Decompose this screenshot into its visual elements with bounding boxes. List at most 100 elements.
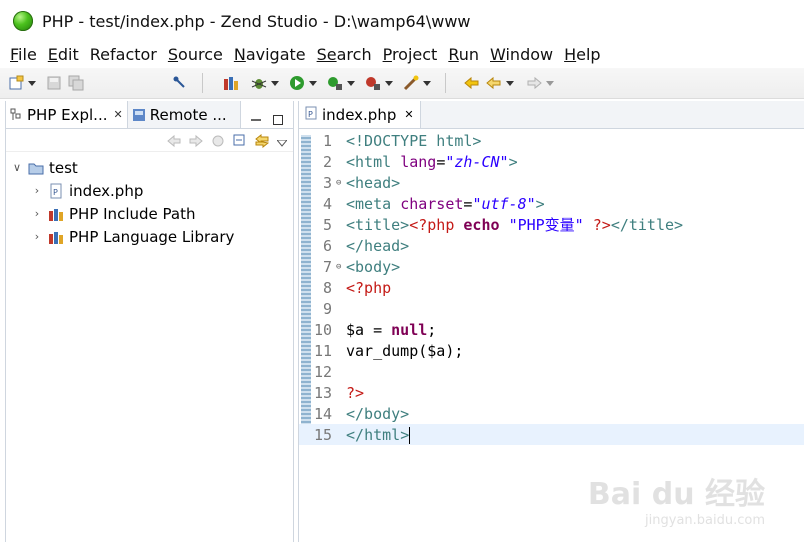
profile-icon[interactable] [365, 75, 381, 91]
line-number: 1 [322, 131, 332, 150]
line-number: 4 [322, 194, 332, 213]
code-line: 4 <meta charset="utf-8"> [299, 193, 804, 214]
code-token: > [400, 425, 410, 444]
menu-window[interactable]: Window [490, 45, 553, 64]
view-menu-icon[interactable] [275, 133, 289, 147]
close-icon[interactable]: ✕ [114, 108, 123, 121]
run-dropdown-icon[interactable] [309, 80, 317, 86]
maximize-icon[interactable] [273, 110, 283, 125]
close-icon[interactable]: ✕ [404, 108, 413, 121]
code-line: 9 [299, 298, 804, 319]
back-dropdown-icon[interactable] [506, 80, 514, 86]
toolbar-separator [445, 73, 446, 93]
forward-arrow-icon[interactable] [526, 75, 542, 91]
code-line-current: 15 </html> [299, 424, 804, 445]
line-number: 8 [322, 278, 332, 297]
code-token: null [391, 320, 428, 339]
code-line: 12 [299, 361, 804, 382]
line-number: 3 [322, 173, 332, 192]
code-token: charset [400, 194, 464, 213]
code-line: 6 </head> [299, 235, 804, 256]
new-dropdown-icon[interactable] [28, 80, 36, 86]
code-token: var_dump($a); [346, 341, 464, 360]
code-token: <head> [346, 173, 401, 192]
line-number: 5 [322, 215, 332, 234]
svg-text:P: P [53, 188, 58, 197]
save-icon[interactable] [46, 75, 62, 91]
up-icon[interactable] [211, 133, 225, 147]
fold-marker[interactable]: ⊖ [336, 262, 344, 272]
tab-remote[interactable]: Remote ... [127, 101, 241, 128]
fold-marker[interactable]: ⊖ [336, 178, 344, 188]
tree-item-index-php[interactable]: › P index.php [6, 179, 293, 202]
collapsed-chevron-icon[interactable]: › [30, 184, 44, 197]
code-token: </title> [610, 216, 684, 234]
zend-studio-icon [13, 11, 33, 31]
back-arrow-icon[interactable] [486, 75, 502, 91]
new-icon[interactable] [8, 75, 24, 91]
code-editor: P index.php ✕ 1 <!DOCTYPE html> 2 <html la… [298, 101, 804, 542]
last-edit-icon[interactable] [464, 75, 480, 91]
tree-item-label: index.php [69, 181, 144, 200]
remote-systems-icon [132, 108, 145, 121]
tree-item-php-include-path[interactable]: › PHP Include Path [6, 202, 293, 225]
save-all-icon[interactable] [68, 75, 84, 91]
code-line: 8 <?php [299, 277, 804, 298]
code-token: <?php [409, 216, 455, 234]
code-token: ?> [346, 383, 365, 402]
code-token: $a = [346, 320, 392, 339]
menu-bar: File Edit Refactor Source Navigate Searc… [0, 42, 804, 66]
debug-dropdown-icon[interactable] [271, 80, 279, 86]
baidu-watermark: Bai du 经验 jingyan.baidu.com [588, 469, 765, 528]
tools-dropdown-icon[interactable] [423, 80, 431, 86]
tools-wand-icon[interactable] [403, 75, 419, 91]
back-icon[interactable] [167, 133, 181, 148]
code-token: > [535, 194, 545, 213]
coverage-dropdown-icon[interactable] [347, 80, 355, 86]
menu-run[interactable]: Run [448, 45, 479, 64]
watermark-main: Bai du 经验 [587, 477, 765, 512]
collapsed-chevron-icon[interactable]: › [30, 230, 44, 243]
line-number: 14 [313, 404, 332, 423]
tab-index-php[interactable]: P index.php ✕ [299, 101, 421, 128]
library-books-icon [48, 229, 64, 245]
pin-icon[interactable] [172, 75, 188, 91]
expanded-chevron-icon[interactable]: ∨ [10, 161, 24, 174]
code-token: <body> [346, 257, 401, 276]
menu-source[interactable]: Source [168, 45, 223, 64]
profile-dropdown-icon[interactable] [385, 80, 393, 86]
tab-remote-label: Remote ... [149, 105, 227, 124]
menu-help[interactable]: Help [564, 45, 600, 64]
debug-bug-icon[interactable] [251, 75, 267, 91]
code-token: html [364, 425, 401, 444]
code-token: ?> [583, 216, 611, 234]
link-with-editor-icon[interactable] [255, 133, 270, 149]
coverage-icon[interactable] [327, 75, 343, 91]
code-text-area[interactable]: 1 <!DOCTYPE html> 2 <html lang="zh-CN"> 3 ⊖… [299, 130, 804, 445]
code-line: 1 <!DOCTYPE html> [299, 130, 804, 151]
project-folder-icon [28, 160, 44, 176]
line-number: 6 [322, 236, 332, 255]
minimize-icon[interactable] [251, 110, 261, 121]
tree-item-php-language-library[interactable]: › PHP Language Library [6, 225, 293, 248]
editor-tab-label: index.php [322, 105, 397, 124]
tree-item-test[interactable]: ∨ test [6, 156, 293, 179]
menu-edit[interactable]: Edit [48, 45, 79, 64]
menu-refactor[interactable]: Refactor [90, 45, 157, 64]
menu-search[interactable]: Search [317, 45, 372, 64]
forward-icon[interactable] [189, 133, 203, 148]
run-icon[interactable] [289, 75, 305, 91]
code-line: 3 ⊖ <head> [299, 172, 804, 193]
collapse-all-icon[interactable] [233, 133, 247, 147]
code-token: lang [400, 152, 437, 171]
forward-dropdown-icon[interactable] [546, 80, 554, 86]
tree-item-label: PHP Include Path [69, 204, 196, 223]
php-books-icon[interactable] [223, 75, 239, 91]
line-number: 9 [322, 299, 332, 318]
tab-php-explorer[interactable]: PHP Expl... ✕ [6, 101, 128, 128]
menu-project[interactable]: Project [383, 45, 438, 64]
menu-file[interactable]: File [10, 45, 37, 64]
project-tree: ∨ test › P index.php › PHP Include Path … [6, 152, 293, 248]
collapsed-chevron-icon[interactable]: › [30, 207, 44, 220]
menu-navigate[interactable]: Navigate [234, 45, 306, 64]
